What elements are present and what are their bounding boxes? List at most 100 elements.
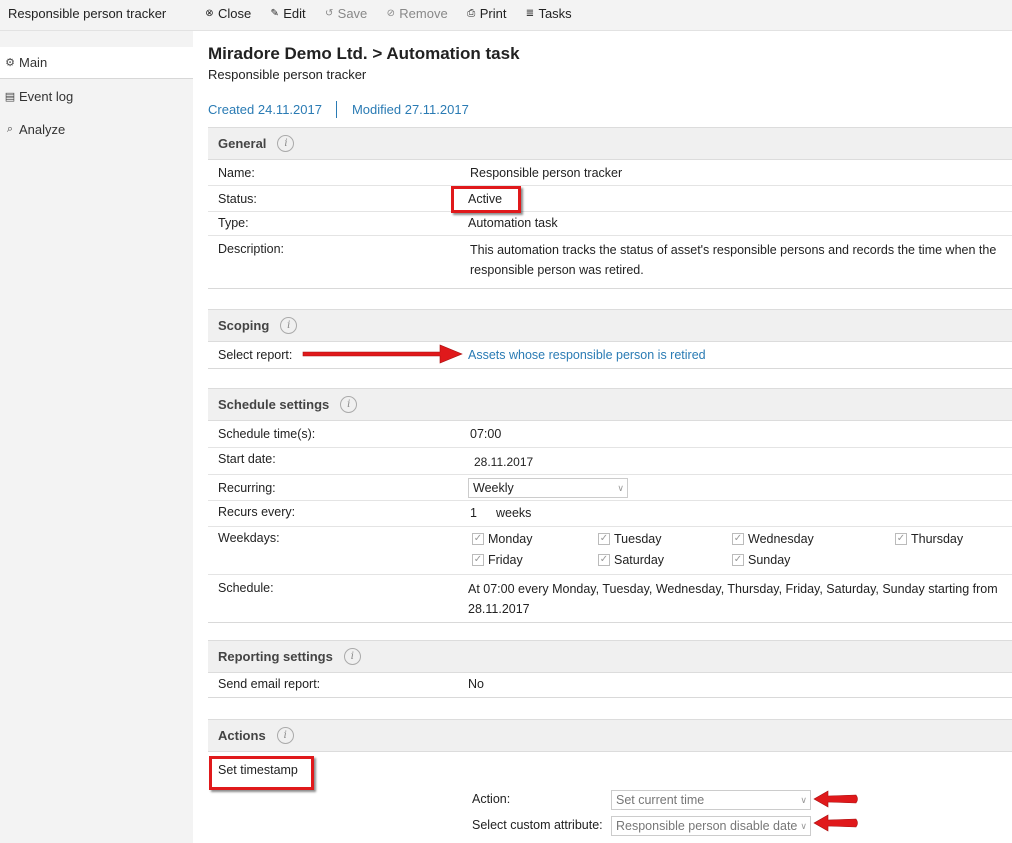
print-button[interactable]: ⎙ Print	[466, 6, 507, 21]
name-label: Name:	[218, 166, 255, 180]
type-label: Type:	[218, 216, 249, 230]
pencil-icon: ✎	[270, 8, 279, 19]
email-report-row: Send email report: No	[208, 673, 1012, 697]
report-label: Select report:	[218, 348, 293, 362]
toolbar: ⊗ Close ✎ Edit ↺ Save ⊘ Remove ⎙ Print ≣ Tasks	[204, 6, 590, 21]
action-select[interactable]: Set current time ∨	[611, 790, 811, 810]
sidebar-item-label: Analyze	[19, 121, 66, 137]
weekday-label: Sunday	[748, 553, 791, 567]
description-row: Description: This automation tracks the …	[208, 236, 1012, 288]
remove-icon: ⊘	[386, 8, 395, 19]
status-label: Status:	[218, 192, 257, 206]
weekday-label: Tuesday	[614, 532, 662, 546]
weekday-monday[interactable]: ✓ Monday	[472, 532, 532, 546]
info-icon[interactable]: i	[276, 727, 294, 744]
schedule-summary-row: Schedule: At 07:00 every Monday, Tuesday…	[208, 575, 1012, 622]
page-title: Miradore Demo Ltd. > Automation task	[208, 44, 520, 63]
type-value: Automation task	[468, 216, 558, 230]
modified-date: Modified 27.11.2017	[351, 102, 469, 117]
section-title: Schedule settings	[218, 397, 330, 412]
custom-attribute-select[interactable]: Responsible person disable date ∨	[611, 816, 811, 836]
remove-button[interactable]: ⊘ Remove	[385, 6, 448, 21]
action-label: Action:	[472, 792, 511, 806]
report-link[interactable]: Assets whose responsible person is retir…	[468, 348, 706, 362]
event-log-icon: ▤	[4, 90, 16, 103]
schedule-header: Schedule settings i	[208, 388, 1012, 421]
close-icon: ⊗	[205, 8, 214, 19]
weekday-tuesday[interactable]: ✓ Tuesday	[598, 532, 661, 546]
checkbox-checked-icon: ✓	[732, 533, 744, 545]
status-highlight-box	[451, 186, 521, 213]
print-label: Print	[479, 6, 507, 21]
recurring-row: Recurring: Weekly ∨	[208, 475, 1012, 501]
action-arrow-icon	[813, 790, 858, 808]
weekday-sunday[interactable]: ✓ Sunday	[732, 553, 790, 567]
edit-label: Edit	[283, 6, 306, 21]
meta-divider	[335, 101, 337, 118]
weekdays-label: Weekdays:	[218, 531, 280, 545]
schedule-section: Schedule settings i Schedule time(s): 07…	[208, 388, 1012, 623]
general-header: General i	[208, 127, 1012, 160]
weekday-friday[interactable]: ✓ Friday	[472, 553, 523, 567]
description-label: Description:	[218, 242, 284, 256]
weekday-label: Monday	[488, 532, 533, 546]
section-title: Reporting settings	[218, 649, 333, 664]
timestamp-highlight-box	[209, 756, 314, 790]
schedule-time-value: 07:00	[470, 427, 502, 441]
chevron-down-icon: ∨	[798, 817, 807, 835]
recurring-select[interactable]: Weekly ∨	[468, 478, 628, 498]
report-arrow-icon	[302, 344, 463, 364]
email-report-value: No	[468, 677, 484, 691]
save-button[interactable]: ↺ Save	[324, 6, 367, 21]
recurs-every-value[interactable]: 1	[470, 506, 477, 520]
actions-header: Actions i	[208, 719, 1012, 752]
recurs-every-row: Recurs every: 1 weeks	[208, 501, 1012, 527]
edit-button[interactable]: ✎ Edit	[269, 6, 306, 21]
close-button[interactable]: ⊗ Close	[204, 6, 251, 21]
chevron-down-icon: ∨	[617, 483, 624, 493]
description-value: This automation tracks the status of ass…	[470, 243, 997, 277]
custom-attribute-label: Select custom attribute:	[472, 818, 603, 832]
checkbox-checked-icon: ✓	[598, 554, 610, 566]
scoping-header: Scoping i	[208, 309, 1012, 342]
info-icon[interactable]: i	[343, 648, 361, 665]
custom-attribute-value: Responsible person disable date	[616, 819, 798, 833]
sidebar-item-label: Event log	[19, 88, 74, 104]
save-icon: ↺	[324, 8, 334, 19]
schedule-summary-label: Schedule:	[218, 581, 274, 595]
weekday-label: Thursday	[911, 532, 964, 546]
sidebar-item-analyze[interactable]: ⌕ Analyze	[0, 113, 193, 145]
tasks-icon: ≣	[525, 8, 535, 19]
sidebar-item-main[interactable]: ⚙ Main	[0, 47, 193, 79]
weekday-thursday[interactable]: ✓ Thursday	[895, 532, 963, 546]
gears-icon: ⚙	[5, 57, 15, 69]
sidebar-item-event-log[interactable]: ▤ Event log	[0, 80, 193, 112]
meta-info: Created 24.11.2017 Modified 27.11.2017	[208, 101, 469, 118]
sidebar: ⚙ Main ▤ Event log ⌕ Analyze	[0, 31, 193, 843]
weekdays-row: Weekdays: ✓ Monday ✓ Tuesday ✓ Wednesday ✓ T…	[208, 527, 1012, 575]
type-row: Type: Automation task	[208, 212, 1012, 236]
start-date-row: Start date: 28.11.2017	[208, 448, 1012, 475]
weekday-wednesday[interactable]: ✓ Wednesday	[732, 532, 814, 546]
remove-label: Remove	[399, 6, 448, 21]
tasks-button[interactable]: ≣ Tasks	[524, 6, 572, 21]
weekday-saturday[interactable]: ✓ Saturday	[598, 553, 664, 567]
section-title: Actions	[218, 728, 266, 743]
actions-section: Actions i Set timestamp Action: Set curr…	[208, 719, 1012, 843]
weekday-label: Wednesday	[748, 532, 814, 546]
info-icon[interactable]: i	[280, 317, 298, 334]
schedule-time-row: Schedule time(s): 07:00	[208, 421, 1012, 448]
schedule-time-label: Schedule time(s):	[218, 427, 316, 441]
schedule-summary-value: At 07:00 every Monday, Tuesday, Wednesda…	[468, 582, 998, 616]
section-title: General	[218, 136, 267, 151]
print-icon: ⎙	[467, 8, 476, 19]
checkbox-checked-icon: ✓	[732, 554, 744, 566]
start-date-label: Start date:	[218, 452, 276, 466]
checkbox-checked-icon: ✓	[472, 533, 484, 545]
checkbox-checked-icon: ✓	[472, 554, 484, 566]
weekday-label: Saturday	[614, 553, 665, 567]
page-subtitle: Responsible person tracker	[208, 67, 367, 82]
info-icon[interactable]: i	[277, 135, 295, 152]
info-icon[interactable]: i	[340, 396, 358, 413]
reporting-section: Reporting settings i Send email report: …	[208, 640, 1012, 698]
